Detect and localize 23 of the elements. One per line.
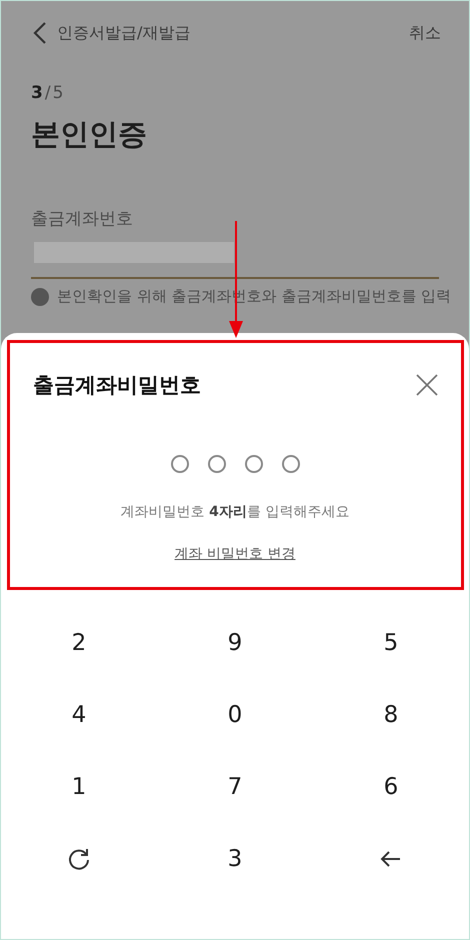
key-button[interactable]: 3 xyxy=(157,823,313,895)
change-password-link[interactable]: 계좌 비밀번호 변경 xyxy=(174,545,296,563)
key-button[interactable]: 2 xyxy=(1,607,157,679)
field-label: 출금계좌번호 xyxy=(31,208,134,230)
key-button[interactable]: 4 xyxy=(1,679,157,751)
cancel-button[interactable]: 취소 xyxy=(409,22,441,44)
sheet-title: 출금계좌비밀번호 xyxy=(33,372,201,399)
step-separator: / xyxy=(44,83,51,103)
info-icon xyxy=(31,288,49,306)
key-button[interactable]: 5 xyxy=(313,607,469,679)
key-button[interactable]: 9 xyxy=(157,607,313,679)
key-button[interactable]: 6 xyxy=(313,751,469,823)
key-button[interactable]: 0 xyxy=(157,679,313,751)
key-button[interactable]: 8 xyxy=(313,679,469,751)
key-button[interactable]: 7 xyxy=(157,751,313,823)
total-steps: 5 xyxy=(52,83,64,103)
page-title: 본인인증 xyxy=(30,116,148,153)
current-step: 3 xyxy=(31,83,43,103)
refresh-icon[interactable] xyxy=(66,846,92,872)
screen-title: 인증서발급/재발급 xyxy=(57,22,192,44)
close-icon[interactable] xyxy=(415,373,439,397)
key-button[interactable]: 1 xyxy=(1,751,157,823)
pin-hint: 계좌비밀번호 4자리를 입력해주세요 xyxy=(120,503,350,521)
